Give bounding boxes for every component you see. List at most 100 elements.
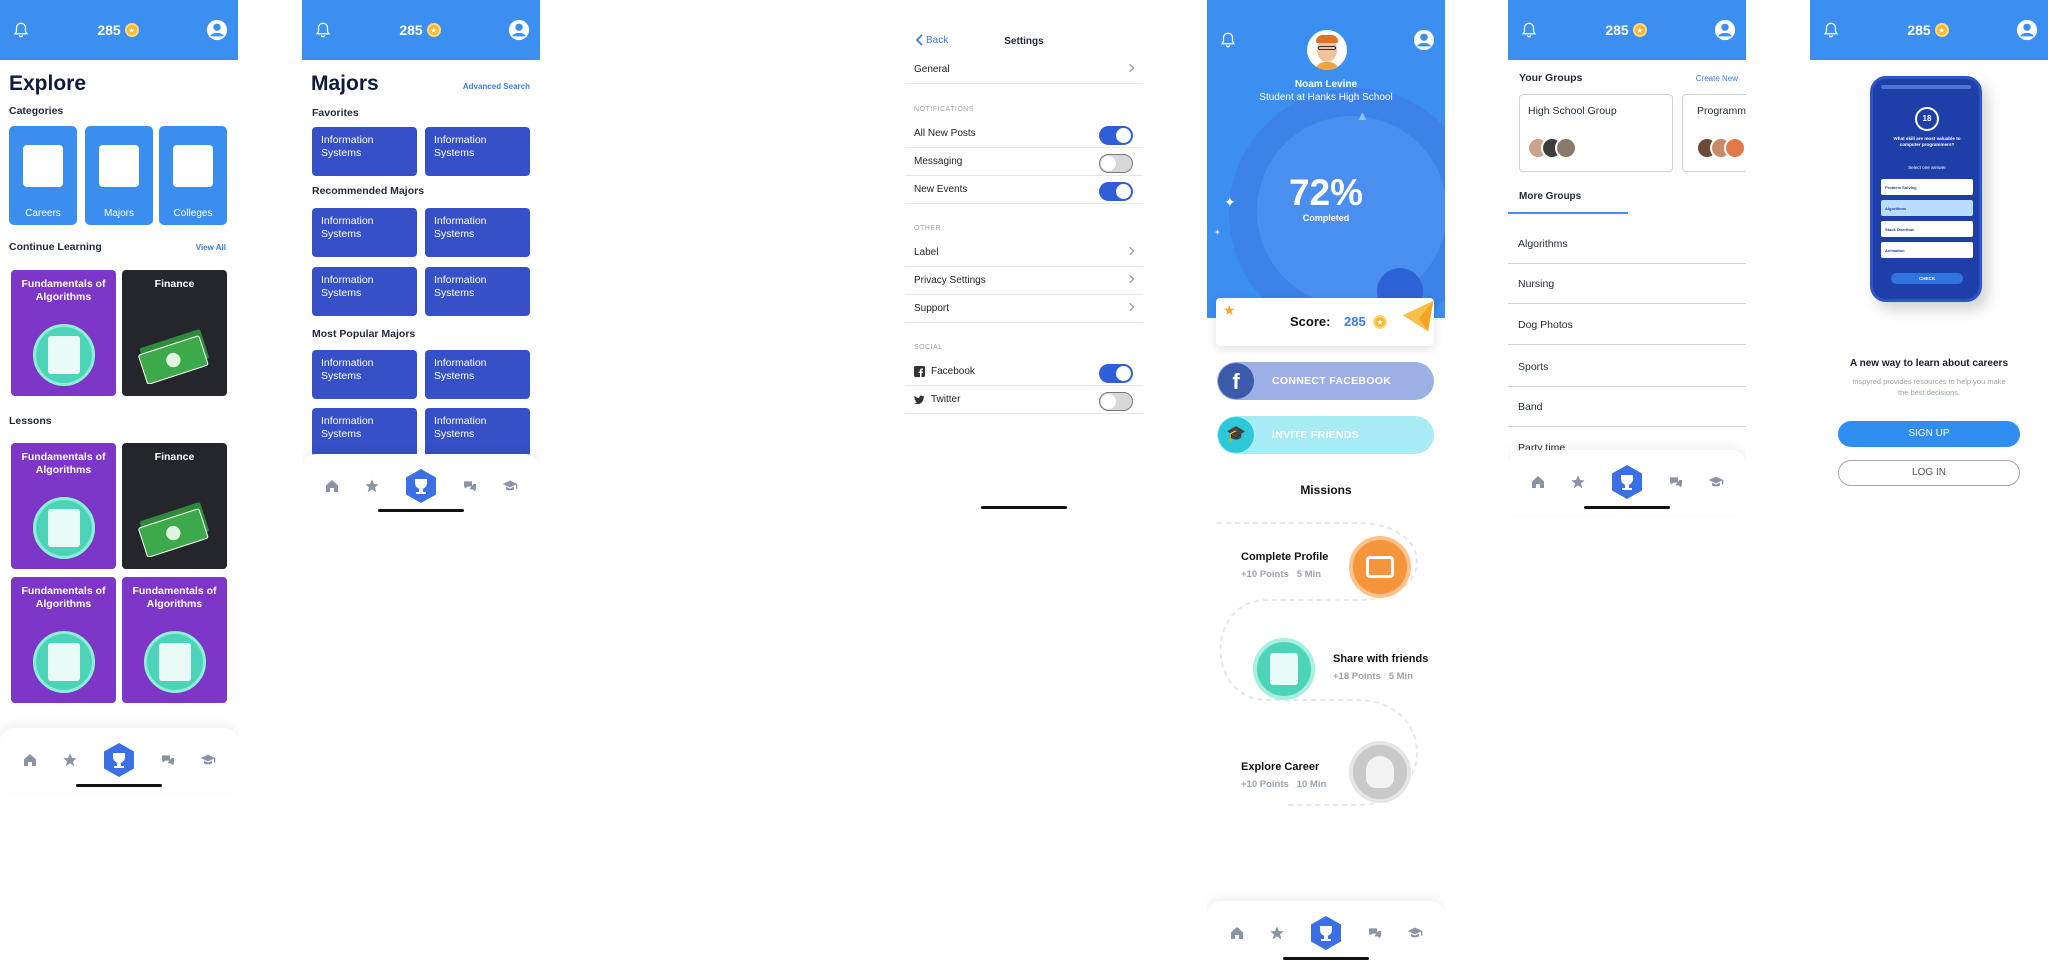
- category-majors[interactable]: Majors: [85, 126, 153, 225]
- sign-up-button[interactable]: SIGN UP: [1838, 421, 2020, 447]
- graduation-icon[interactable]: [502, 478, 518, 494]
- coin-icon: ★: [1632, 23, 1647, 37]
- major-card[interactable]: Information Systems: [312, 350, 417, 399]
- privacy-row[interactable]: Privacy Settings: [905, 267, 1143, 295]
- course-card[interactable]: Finance: [122, 270, 227, 396]
- general-row[interactable]: General: [905, 56, 1143, 84]
- group-list-item[interactable]: Nursing: [1508, 264, 1746, 304]
- avatar: [1307, 30, 1347, 70]
- user-icon[interactable]: [1413, 29, 1435, 51]
- lesson-card[interactable]: Fundamentals of Algorithms: [11, 443, 116, 569]
- category-careers[interactable]: Careers: [9, 126, 77, 225]
- graduation-icon[interactable]: [1407, 925, 1423, 941]
- facebook-row: Facebook: [905, 358, 1143, 386]
- mission-points: +18 Points: [1333, 671, 1381, 682]
- chat-icon[interactable]: [462, 478, 478, 494]
- major-card[interactable]: Information Systems: [312, 127, 417, 176]
- home-icon[interactable]: [1530, 474, 1546, 490]
- view-all-link[interactable]: View All: [196, 243, 226, 252]
- group-list-item[interactable]: Dog Photos: [1508, 305, 1746, 345]
- bell-icon[interactable]: [1219, 31, 1237, 49]
- user-icon[interactable]: [206, 19, 228, 41]
- major-card[interactable]: Information Systems: [425, 350, 530, 399]
- graduation-icon[interactable]: [200, 752, 216, 768]
- group-list-item[interactable]: Band: [1508, 387, 1746, 427]
- mission-title: Share with friends: [1333, 653, 1429, 665]
- recommended-heading: Recommended Majors: [312, 185, 425, 197]
- star-icon[interactable]: [364, 478, 380, 494]
- major-card[interactable]: Information Systems: [312, 408, 417, 457]
- connect-facebook-button[interactable]: f CONNECT FACEBOOK: [1217, 362, 1434, 400]
- facebook-toggle[interactable]: [1099, 364, 1133, 383]
- star-icon[interactable]: [62, 752, 78, 768]
- top-bar: 285 ★: [0, 0, 238, 60]
- user-icon[interactable]: [2016, 19, 2038, 41]
- label-row[interactable]: Label: [905, 239, 1143, 267]
- flag-icon: [1402, 300, 1434, 332]
- all-new-posts-toggle[interactable]: [1099, 126, 1133, 145]
- progress-value: 72%: [1288, 172, 1364, 213]
- face-icon: [1349, 741, 1411, 803]
- trophy-tab[interactable]: [1309, 915, 1343, 951]
- social-heading: SOCIAL: [914, 344, 943, 351]
- major-card[interactable]: Information Systems: [312, 208, 417, 257]
- home-icon[interactable]: [1229, 925, 1245, 941]
- user-icon[interactable]: [1714, 19, 1736, 41]
- mission-item[interactable]: Explore Career +10 Points 10 Min: [1207, 738, 1445, 808]
- lesson-card[interactable]: Finance: [122, 443, 227, 569]
- mission-item[interactable]: Share with friends +18 Points 5 Min: [1207, 635, 1445, 705]
- major-card[interactable]: Information Systems: [425, 408, 530, 457]
- graduation-icon[interactable]: [1708, 474, 1724, 490]
- chat-icon[interactable]: [1367, 925, 1383, 941]
- bell-icon[interactable]: [1822, 21, 1840, 39]
- chat-icon[interactable]: [160, 752, 176, 768]
- tab-more-groups[interactable]: More Groups: [1508, 182, 1628, 214]
- star-icon[interactable]: [1570, 474, 1586, 490]
- score-label: Score:: [1290, 314, 1331, 329]
- trophy-tab[interactable]: [1610, 464, 1644, 500]
- create-new-link[interactable]: Create New: [1696, 74, 1738, 83]
- trophy-icon: [104, 743, 134, 777]
- facebook-icon: f: [1218, 363, 1254, 399]
- group-list-item[interactable]: Algorithms: [1508, 224, 1746, 264]
- chat-icon[interactable]: [1668, 474, 1684, 490]
- group-card[interactable]: High School Group: [1519, 94, 1673, 172]
- group-card[interactable]: Programm: [1682, 94, 1746, 172]
- user-icon[interactable]: [508, 19, 530, 41]
- bottom-nav: [0, 728, 238, 792]
- home-icon[interactable]: [22, 752, 38, 768]
- profile-subtitle: Student at Hanks High School: [1259, 92, 1393, 103]
- home-icon[interactable]: [324, 478, 340, 494]
- major-card[interactable]: Information Systems: [425, 267, 530, 316]
- bell-icon[interactable]: [12, 21, 30, 39]
- trophy-tab[interactable]: [404, 468, 438, 504]
- mission-item[interactable]: Complete Profile +10 Points 5 Min: [1207, 533, 1445, 603]
- advanced-search-link[interactable]: Advanced Search: [463, 82, 530, 91]
- log-in-button[interactable]: LOG IN: [1838, 460, 2020, 486]
- course-card[interactable]: Fundamentals of Algorithms: [11, 270, 116, 396]
- camera-icon: [1349, 536, 1411, 598]
- mission-title: Explore Career: [1241, 761, 1320, 773]
- popular-heading: Most Popular Majors: [312, 328, 416, 340]
- careers-image: [23, 145, 63, 187]
- support-row[interactable]: Support: [905, 295, 1143, 323]
- star-icon[interactable]: [1269, 925, 1285, 941]
- lesson-card[interactable]: Fundamentals of Algorithms: [11, 577, 116, 703]
- money-icon: [138, 329, 209, 384]
- new-events-toggle[interactable]: [1099, 182, 1133, 201]
- major-card[interactable]: Information Systems: [425, 208, 530, 257]
- major-card[interactable]: Information Systems: [312, 267, 417, 316]
- trophy-tab[interactable]: [102, 742, 136, 778]
- messaging-toggle[interactable]: [1099, 154, 1133, 173]
- bell-icon[interactable]: [314, 21, 332, 39]
- bell-icon[interactable]: [1520, 21, 1538, 39]
- invite-friends-button[interactable]: 🎓 INVITE FRIENDS: [1217, 416, 1434, 454]
- category-colleges[interactable]: Colleges: [159, 126, 227, 225]
- profile-name: Noam Levine: [1294, 79, 1358, 90]
- group-list-item[interactable]: Sports: [1508, 347, 1746, 387]
- colleges-image: [173, 145, 213, 187]
- lesson-card[interactable]: Fundamentals of Algorithms: [122, 577, 227, 703]
- twitter-toggle[interactable]: [1099, 392, 1133, 411]
- messaging-row: Messaging: [905, 148, 1143, 176]
- major-card[interactable]: Information Systems: [425, 127, 530, 176]
